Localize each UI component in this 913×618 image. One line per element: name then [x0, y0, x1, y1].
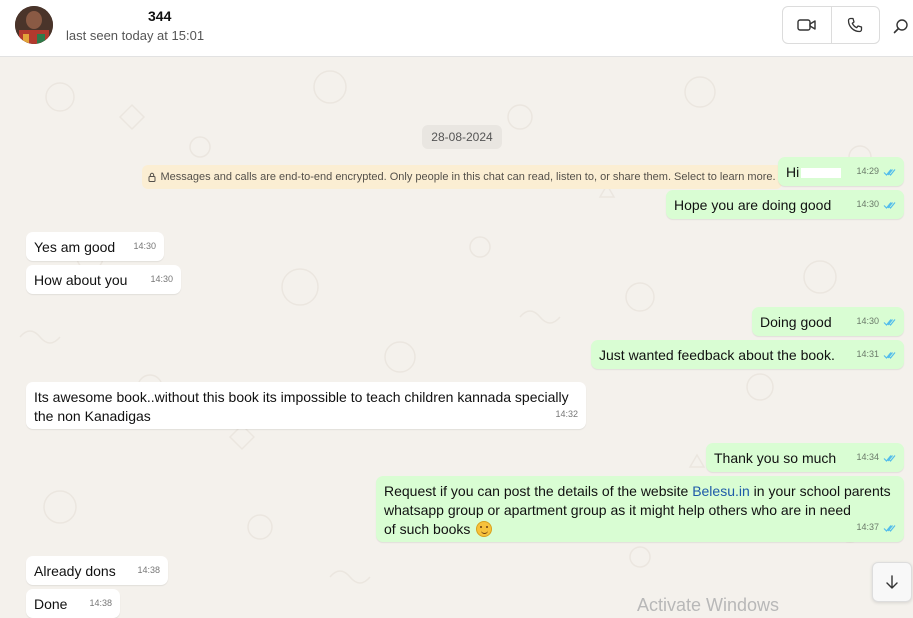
read-ticks-icon	[883, 318, 896, 326]
message-time: 14:31	[856, 349, 879, 359]
voice-call-button[interactable]	[830, 7, 880, 43]
message-meta: 14:31	[856, 345, 896, 364]
message-text-line: whatsapp group or apartment group as it …	[384, 502, 851, 518]
read-ticks-icon	[883, 168, 896, 176]
read-ticks-icon	[883, 201, 896, 209]
message-bubble-incoming[interactable]: Its awesome book..without this book its …	[26, 382, 586, 429]
message-meta: 14:38	[137, 561, 160, 580]
arrow-down-icon	[886, 575, 898, 589]
message-text: Just wanted feedback about the book.	[599, 347, 835, 363]
message-time: 14:37	[856, 522, 879, 532]
message-meta: 14:30	[133, 237, 156, 256]
message-meta: 14:37	[856, 518, 896, 537]
redacted-text	[801, 168, 842, 179]
message-text: Hi	[786, 164, 842, 180]
message-meta: 14:30	[150, 270, 173, 289]
last-seen-status: last seen today at 15:01	[66, 28, 205, 43]
message-meta: 14:34	[856, 448, 896, 467]
encryption-notice-text: Messages and calls are end-to-end encryp…	[160, 171, 776, 183]
message-bubble-outgoing[interactable]: Hope you are doing good 14:30	[666, 190, 904, 219]
message-text-line: the non Kanadigas	[34, 408, 151, 424]
message-bubble-outgoing[interactable]: Thank you so much 14:34	[706, 443, 904, 472]
activate-windows-watermark: Activate Windows	[637, 595, 780, 615]
message-bubble-outgoing[interactable]: Just wanted feedback about the book. 14:…	[591, 340, 904, 369]
message-time: 14:32	[555, 409, 578, 419]
message-meta: 14:30	[856, 195, 896, 214]
video-call-button[interactable]	[783, 7, 831, 43]
read-ticks-icon	[883, 454, 896, 462]
message-bubble-incoming[interactable]: Yes am good 14:30	[26, 232, 164, 261]
contact-avatar[interactable]	[15, 6, 53, 44]
scroll-to-bottom-button[interactable]	[872, 562, 912, 602]
encryption-notice[interactable]: Messages and calls are end-to-end encryp…	[142, 165, 782, 189]
website-link[interactable]: Belesu.in	[692, 483, 750, 499]
phone-icon	[848, 17, 863, 33]
message-time: 14:38	[89, 598, 112, 608]
message-text-line: of such books	[384, 520, 896, 539]
search-icon	[893, 19, 908, 34]
message-time: 14:34	[856, 452, 879, 462]
message-meta: 14:29	[856, 162, 896, 181]
message-meta: 14:38	[89, 594, 112, 613]
message-bubble-outgoing[interactable]: Hi 14:29	[778, 157, 904, 186]
lock-icon	[148, 172, 156, 182]
smiling-face-emoji-icon	[476, 521, 493, 537]
message-bubble-outgoing[interactable]: Doing good 14:30	[752, 307, 904, 336]
date-divider: 28-08-2024	[422, 125, 502, 149]
chat-header: 344 last seen today at 15:01	[0, 0, 913, 57]
message-text-line: Request if you can post the details of t…	[384, 483, 891, 499]
message-bubble-outgoing[interactable]: Request if you can post the details of t…	[376, 476, 904, 542]
message-time: 14:30	[150, 274, 173, 284]
call-buttons-group	[782, 6, 880, 44]
contact-name[interactable]: 344	[148, 8, 171, 24]
read-ticks-icon	[883, 351, 896, 359]
message-bubble-incoming[interactable]: Already dons 14:38	[26, 556, 168, 585]
message-time: 14:30	[856, 199, 879, 209]
message-bubble-incoming[interactable]: Done 14:38	[26, 589, 120, 618]
message-time: 14:29	[856, 166, 879, 176]
video-icon	[797, 19, 816, 31]
message-text-line: Its awesome book..without this book its …	[34, 389, 569, 405]
message-meta: 14:32	[555, 405, 578, 424]
message-time: 14:30	[856, 316, 879, 326]
search-button[interactable]	[889, 14, 913, 38]
message-bubble-incoming[interactable]: How about you 14:30	[26, 265, 181, 294]
read-ticks-icon	[883, 524, 896, 532]
chat-background[interactable]: 28-08-2024 Messages and calls are end-to…	[0, 57, 913, 618]
message-meta: 14:30	[856, 312, 896, 331]
message-time: 14:38	[137, 565, 160, 575]
message-time: 14:30	[133, 241, 156, 251]
